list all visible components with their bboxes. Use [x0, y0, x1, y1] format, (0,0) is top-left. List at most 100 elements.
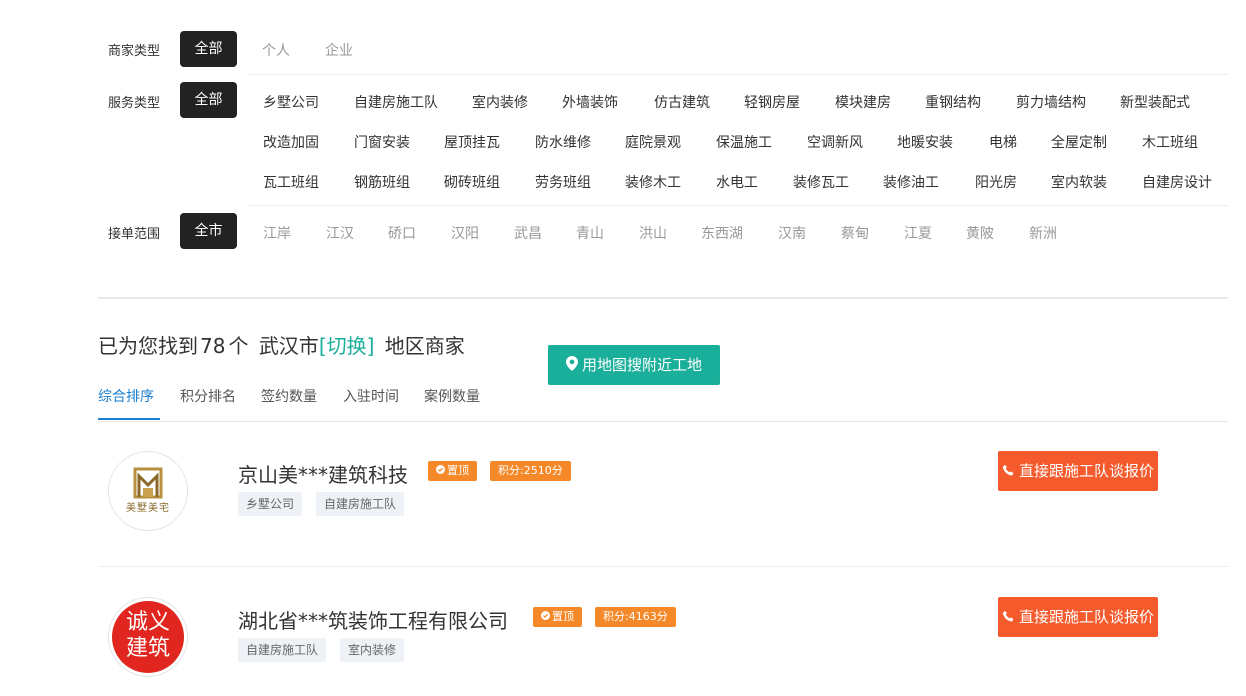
- map-search-button[interactable]: 用地图搜附近工地: [548, 345, 720, 385]
- filter-option[interactable]: 蔡甸: [841, 223, 869, 243]
- score-badge: 积分:2510分: [490, 461, 571, 481]
- filter-option[interactable]: 门窗安装: [354, 132, 410, 152]
- top-badge-label: 置顶: [552, 610, 574, 623]
- filter-option[interactable]: 钢筋班组: [354, 172, 410, 192]
- filter-option[interactable]: 防水维修: [535, 132, 591, 152]
- filter-option[interactable]: 自建房施工队: [354, 92, 438, 112]
- filter-all-button[interactable]: 全部: [180, 31, 237, 67]
- filter-option[interactable]: 改造加固: [263, 132, 319, 152]
- filter-option[interactable]: 装修木工: [625, 172, 681, 192]
- filter-option[interactable]: 外墙装饰: [562, 92, 618, 112]
- tab-comprehensive[interactable]: 综合排序: [98, 386, 160, 420]
- tab-join-time[interactable]: 入驻时间: [343, 386, 399, 420]
- tab-contracts[interactable]: 签约数量: [261, 386, 317, 420]
- filter-option[interactable]: 江汉: [326, 223, 354, 243]
- service-tag: 自建房施工队: [238, 638, 327, 662]
- filter-option[interactable]: 庭院景观: [625, 132, 681, 152]
- filter-option[interactable]: 企业: [325, 40, 353, 60]
- filter-option[interactable]: 硚口: [388, 223, 416, 243]
- filter-option[interactable]: 装修瓦工: [793, 172, 849, 192]
- filter-option[interactable]: 自建房设计: [1142, 172, 1212, 192]
- result-suffix: 地区商家: [384, 334, 465, 358]
- filter-option[interactable]: 青山: [576, 223, 604, 243]
- filter-option[interactable]: 阳光房: [975, 172, 1017, 192]
- filter-option[interactable]: 江夏: [904, 223, 932, 243]
- filter-option[interactable]: 东西湖: [701, 223, 743, 243]
- filter-option[interactable]: 江岸: [263, 223, 291, 243]
- filter-option[interactable]: 砌砖班组: [444, 172, 500, 192]
- top-badge: 置顶: [428, 461, 477, 481]
- merchant-logo-text: 美墅美宅: [126, 503, 170, 514]
- service-tag: 乡墅公司: [238, 492, 303, 516]
- top-badge-label: 置顶: [447, 464, 469, 477]
- filter-option[interactable]: 电梯: [989, 132, 1017, 152]
- quote-button-label: 直接跟施工队谈报价: [1018, 608, 1154, 626]
- quote-button[interactable]: 直接跟施工队谈报价: [998, 597, 1158, 637]
- merchant-logo[interactable]: 美墅美宅: [108, 451, 188, 531]
- filter-option[interactable]: 剪力墙结构: [1016, 92, 1086, 112]
- filter-option[interactable]: 轻钢房屋: [744, 92, 800, 112]
- filter-option[interactable]: 木工班组: [1142, 132, 1198, 152]
- filter-option[interactable]: 新型装配式: [1120, 92, 1190, 112]
- filter-option[interactable]: 空调新风: [807, 132, 863, 152]
- card-separator: [98, 566, 1228, 567]
- filter-merchant-type: 商家类型 全部 个人 企业: [98, 30, 1228, 68]
- filter-option[interactable]: 新洲: [1029, 223, 1057, 243]
- filter-option[interactable]: 模块建房: [835, 92, 891, 112]
- phone-icon: [1002, 452, 1015, 492]
- filter-option[interactable]: 乡墅公司: [263, 92, 319, 112]
- filter-option[interactable]: 装修油工: [883, 172, 939, 192]
- section-divider: [98, 297, 1228, 299]
- merchant-card: 诚义建筑 湖北省***筑装饰工程有限公司 置顶 积分:4163分 自建房施工队 …: [98, 596, 1228, 696]
- filter-label: 接单范围: [108, 227, 161, 242]
- merchant-logo-text: 诚义建筑: [125, 610, 170, 661]
- switch-city-link[interactable]: [切换]: [319, 334, 375, 358]
- row-separator: [248, 205, 1228, 206]
- map-search-label: 用地图搜附近工地: [581, 356, 702, 374]
- filter-option[interactable]: 水电工: [716, 172, 758, 192]
- filter-option[interactable]: 室内装修: [472, 92, 528, 112]
- quote-button[interactable]: 直接跟施工队谈报价: [998, 451, 1158, 491]
- check-circle-icon: [436, 461, 445, 481]
- top-badge: 置顶: [533, 607, 582, 627]
- filter-label: 商家类型: [108, 44, 161, 59]
- filter-option[interactable]: 重钢结构: [925, 92, 981, 112]
- filter-option[interactable]: 保温施工: [716, 132, 772, 152]
- tab-points[interactable]: 积分排名: [180, 386, 236, 420]
- filter-all-button[interactable]: 全市: [180, 213, 237, 249]
- score-badge: 积分:4163分: [595, 607, 676, 627]
- tab-cases[interactable]: 案例数量: [424, 386, 480, 420]
- merchant-name[interactable]: 湖北省***筑装饰工程有限公司: [238, 605, 508, 634]
- result-count: 78: [200, 334, 226, 358]
- filter-option[interactable]: 个人: [262, 40, 290, 60]
- filter-option[interactable]: 屋顶挂瓦: [444, 132, 500, 152]
- service-tag: 自建房施工队: [316, 492, 405, 516]
- filter-option[interactable]: 洪山: [639, 223, 667, 243]
- map-pin-icon: [565, 346, 578, 386]
- check-circle-icon: [541, 607, 550, 627]
- row-separator: [248, 74, 1228, 75]
- sort-tabs: 综合排序 积分排名 签约数量 入驻时间 案例数量: [98, 386, 1228, 422]
- merchant-card: 美墅美宅 京山美***建筑科技 置顶 积分:2510分 乡墅公司 自建房施工队 …: [98, 450, 1228, 550]
- filter-all-button[interactable]: 全部: [180, 82, 237, 118]
- filter-option[interactable]: 汉阳: [451, 223, 479, 243]
- filter-option[interactable]: 地暖安装: [897, 132, 953, 152]
- filter-option[interactable]: 武昌: [514, 223, 542, 243]
- filter-option[interactable]: 劳务班组: [535, 172, 591, 192]
- result-summary: 已为您找到 78 个 武汉市[切换] 地区商家: [98, 330, 465, 359]
- filter-option[interactable]: 黄陂: [966, 223, 994, 243]
- filter-option[interactable]: 汉南: [778, 223, 806, 243]
- result-city: 武汉市: [258, 334, 319, 358]
- result-unit: 个: [228, 334, 249, 358]
- filter-label: 服务类型: [108, 96, 161, 111]
- filter-option[interactable]: 全屋定制: [1051, 132, 1107, 152]
- result-prefix: 已为您找到: [98, 334, 198, 358]
- service-tag: 室内装修: [340, 638, 405, 662]
- merchant-logo[interactable]: 诚义建筑: [108, 597, 188, 677]
- merchant-name[interactable]: 京山美***建筑科技: [238, 459, 408, 488]
- filter-option[interactable]: 瓦工班组: [263, 172, 319, 192]
- filter-option[interactable]: 仿古建筑: [654, 92, 710, 112]
- quote-button-label: 直接跟施工队谈报价: [1018, 462, 1154, 480]
- phone-icon: [1002, 598, 1015, 638]
- filter-option[interactable]: 室内软装: [1051, 172, 1107, 192]
